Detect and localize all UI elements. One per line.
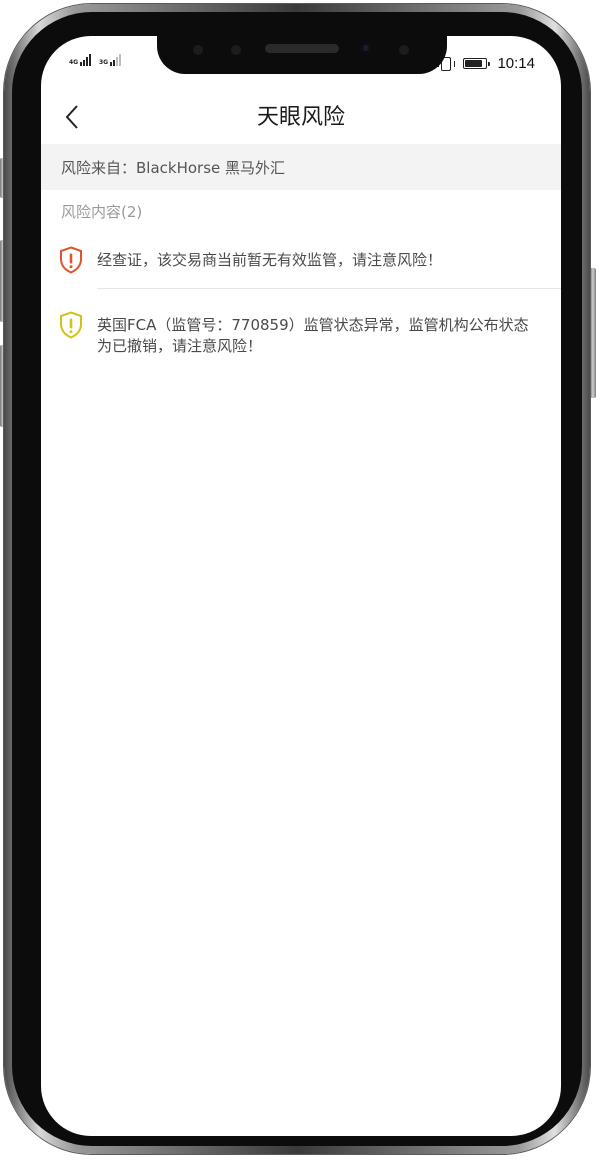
status-right: 10:14 xyxy=(437,55,535,72)
phone-screen: 4G 3G 10:14 天眼风险 风险来自：BlackHorse 黑马外汇 风险… xyxy=(41,36,561,1136)
nav-bar: 天眼风险 xyxy=(41,92,561,145)
signal-label: 3G xyxy=(99,59,109,66)
risk-item-medium: 英国FCA（监管号：770859）监管状态异常，监管机构公布状态为已撤销，请注意… xyxy=(41,289,561,371)
signal-label: 4G xyxy=(69,59,79,66)
earpiece-speaker xyxy=(265,44,339,53)
sensor-dot xyxy=(193,45,203,55)
page-title: 天眼风险 xyxy=(256,105,345,130)
phone-mockup: 4G 3G 10:14 天眼风险 风险来自：BlackHorse 黑马外汇 风险… xyxy=(0,0,600,1161)
chevron-left-icon xyxy=(65,105,78,129)
risk-list: 经查证，该交易商当前暂无有效监管，请注意风险！ 英国FCA（监管号：770859… xyxy=(41,232,561,371)
risk-item-text: 英国FCA（监管号：770859）监管状态异常，监管机构公布状态为已撤销，请注意… xyxy=(97,316,529,355)
risk-item-high: 经查证，该交易商当前暂无有效监管，请注意风险！ xyxy=(41,232,561,288)
battery-icon xyxy=(463,58,491,69)
signal-3g-icon: 3G xyxy=(99,52,122,66)
sensor-dot xyxy=(231,45,241,55)
signal-bars xyxy=(110,52,122,66)
risk-section-header: 风险内容(2) xyxy=(61,203,143,221)
front-camera xyxy=(360,42,372,54)
risk-source-banner: 风险来自：BlackHorse 黑马外汇 xyxy=(41,144,561,190)
power-button xyxy=(590,268,596,398)
risk-item-text: 经查证，该交易商当前暂无有效监管，请注意风险！ xyxy=(97,251,443,269)
risk-source-text: 风险来自：BlackHorse 黑马外汇 xyxy=(61,158,286,177)
status-time: 10:14 xyxy=(497,55,535,72)
notch xyxy=(157,36,447,74)
back-button[interactable] xyxy=(55,100,89,134)
shield-alert-icon xyxy=(60,311,82,339)
shield-alert-icon xyxy=(60,246,82,274)
signal-bars xyxy=(80,52,92,66)
sensor-dot xyxy=(399,45,409,55)
signal-4g-icon: 4G xyxy=(69,52,92,66)
